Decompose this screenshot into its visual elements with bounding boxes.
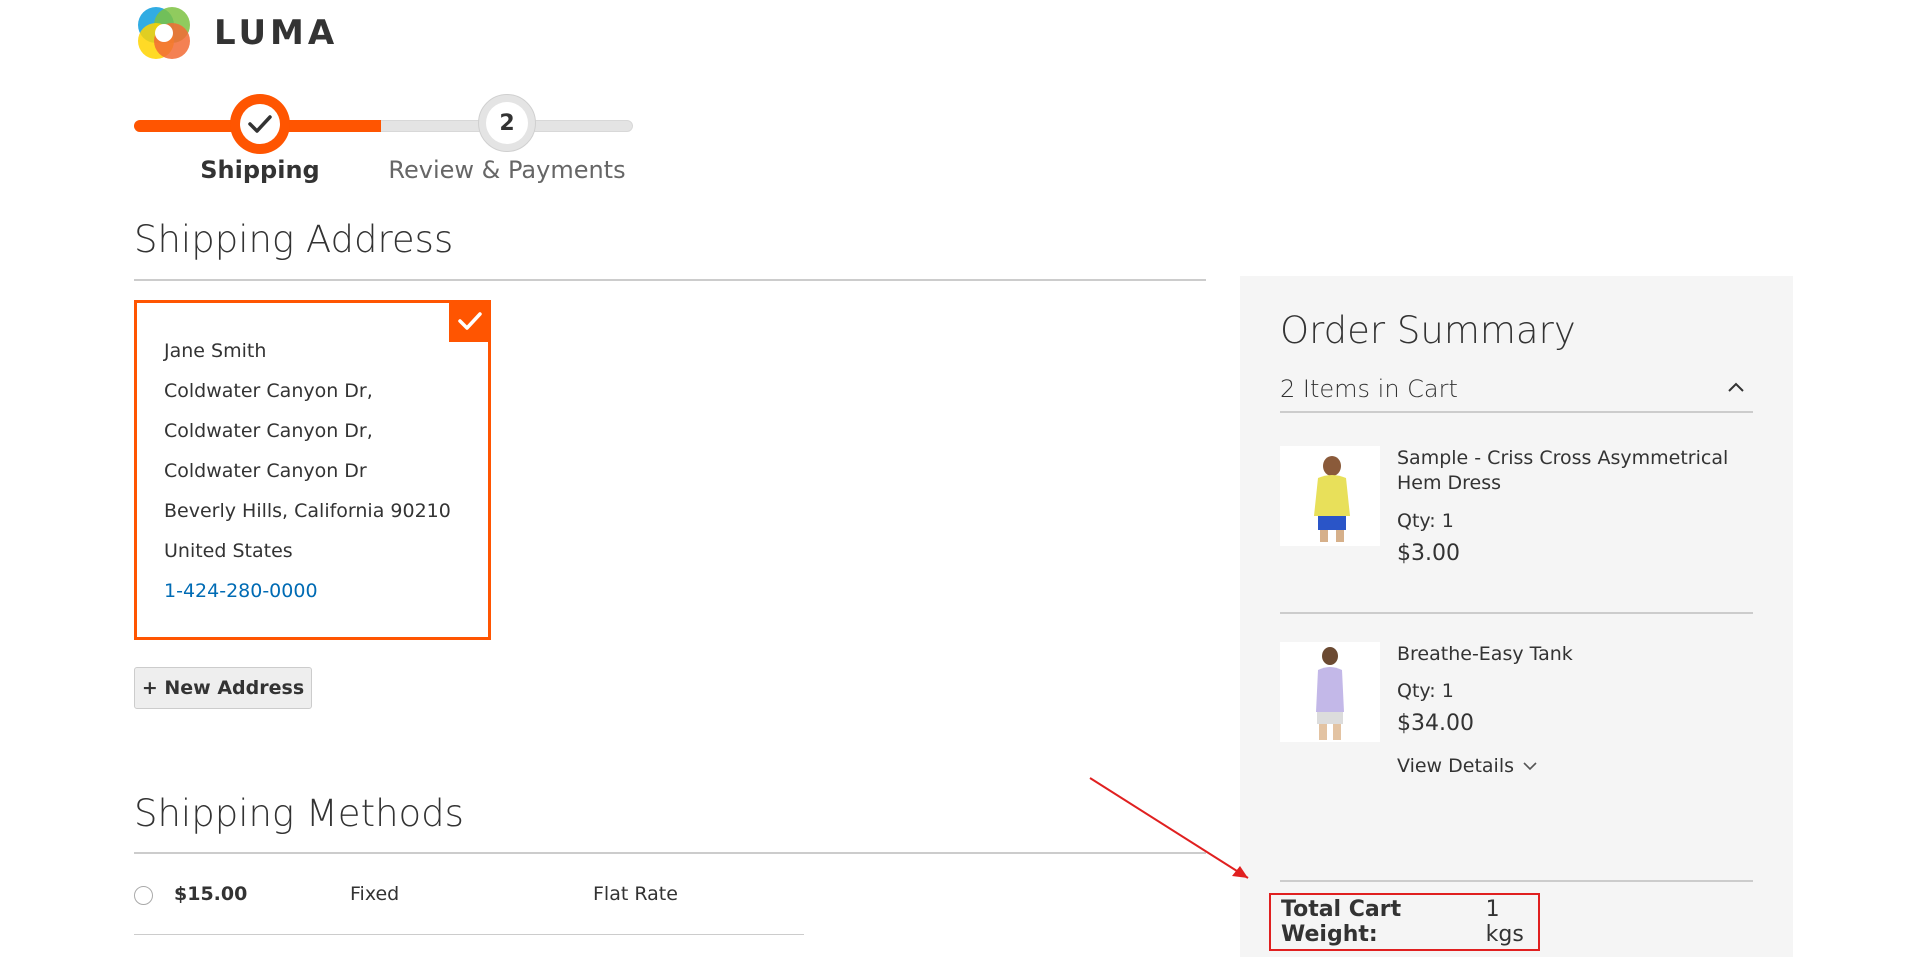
product-image — [1280, 446, 1380, 546]
step-number: 2 — [486, 102, 528, 144]
shipping-method-row[interactable]: $15.00 Fixed Flat Rate — [134, 880, 804, 910]
selected-check-badge — [449, 300, 491, 342]
order-summary-panel: Order Summary 2 Items in Cart Sample - C… — [1240, 276, 1793, 957]
shipping-address-title: Shipping Address — [134, 218, 454, 261]
brand-name: LUMA — [214, 13, 339, 53]
cart-item: Sample - Criss Cross Asymmetrical Hem Dr… — [1280, 446, 1753, 606]
annotation-arrow-icon — [1089, 777, 1249, 879]
total-cart-weight-value: 1 kgs — [1485, 897, 1524, 947]
address-street-2: Coldwater Canyon Dr, — [164, 420, 373, 442]
total-cart-weight: Total Cart Weight: 1 kgs — [1269, 893, 1540, 951]
chevron-up-icon — [1728, 382, 1744, 392]
product-price: $34.00 — [1397, 711, 1474, 736]
items-in-cart-toggle[interactable]: 2 Items in Cart — [1280, 373, 1753, 413]
product-qty: Qty: 1 — [1397, 510, 1454, 532]
address-country: United States — [164, 540, 293, 562]
address-name: Jane Smith — [164, 340, 267, 362]
address-phone-link[interactable]: 1-424-280-0000 — [164, 580, 318, 602]
product-name[interactable]: Breathe-Easy Tank — [1397, 642, 1753, 667]
address-street-1: Coldwater Canyon Dr, — [164, 380, 373, 402]
address-city-state-zip: Beverly Hills, California 90210 — [164, 500, 451, 522]
luma-logo[interactable]: LUMA — [134, 2, 338, 64]
total-cart-weight-label: Total Cart Weight: — [1281, 897, 1402, 947]
shipping-method-price: $15.00 — [174, 883, 248, 905]
order-summary-title: Order Summary — [1280, 309, 1576, 352]
selected-address-card[interactable]: Jane Smith Coldwater Canyon Dr, Coldwate… — [134, 300, 491, 640]
luma-logo-icon — [138, 7, 190, 59]
product-price: $3.00 — [1397, 541, 1460, 566]
view-details-label: View Details — [1397, 755, 1514, 777]
shipping-method-carrier: Flat Rate — [593, 883, 678, 905]
checkmark-icon — [248, 115, 272, 133]
shipping-methods-title: Shipping Methods — [134, 792, 464, 835]
chevron-down-icon — [1523, 762, 1537, 771]
checkmark-icon — [458, 312, 482, 330]
method-row-divider — [134, 934, 804, 935]
section-divider — [134, 852, 1206, 854]
weight-divider — [1280, 880, 1753, 882]
address-street-3: Coldwater Canyon Dr — [164, 460, 367, 482]
step-shipping-indicator — [230, 94, 290, 154]
product-qty: Qty: 1 — [1397, 680, 1454, 702]
cart-item: Breathe-Easy Tank Qty: 1 $34.00 View Det… — [1280, 642, 1753, 802]
shipping-method-type: Fixed — [350, 883, 400, 905]
product-name[interactable]: Sample - Criss Cross Asymmetrical Hem Dr… — [1397, 446, 1753, 496]
step-shipping-label[interactable]: Shipping — [188, 156, 332, 184]
section-divider — [134, 279, 1206, 281]
item-divider — [1280, 612, 1753, 614]
shipping-method-radio[interactable] — [134, 886, 153, 905]
step-review-indicator: 2 — [478, 94, 536, 152]
step-review-label: Review & Payments — [388, 156, 626, 184]
new-address-button[interactable]: + New Address — [134, 667, 312, 709]
items-in-cart-label: 2 Items in Cart — [1280, 375, 1458, 403]
view-details-toggle[interactable]: View Details — [1397, 755, 1538, 777]
product-image — [1280, 642, 1380, 742]
